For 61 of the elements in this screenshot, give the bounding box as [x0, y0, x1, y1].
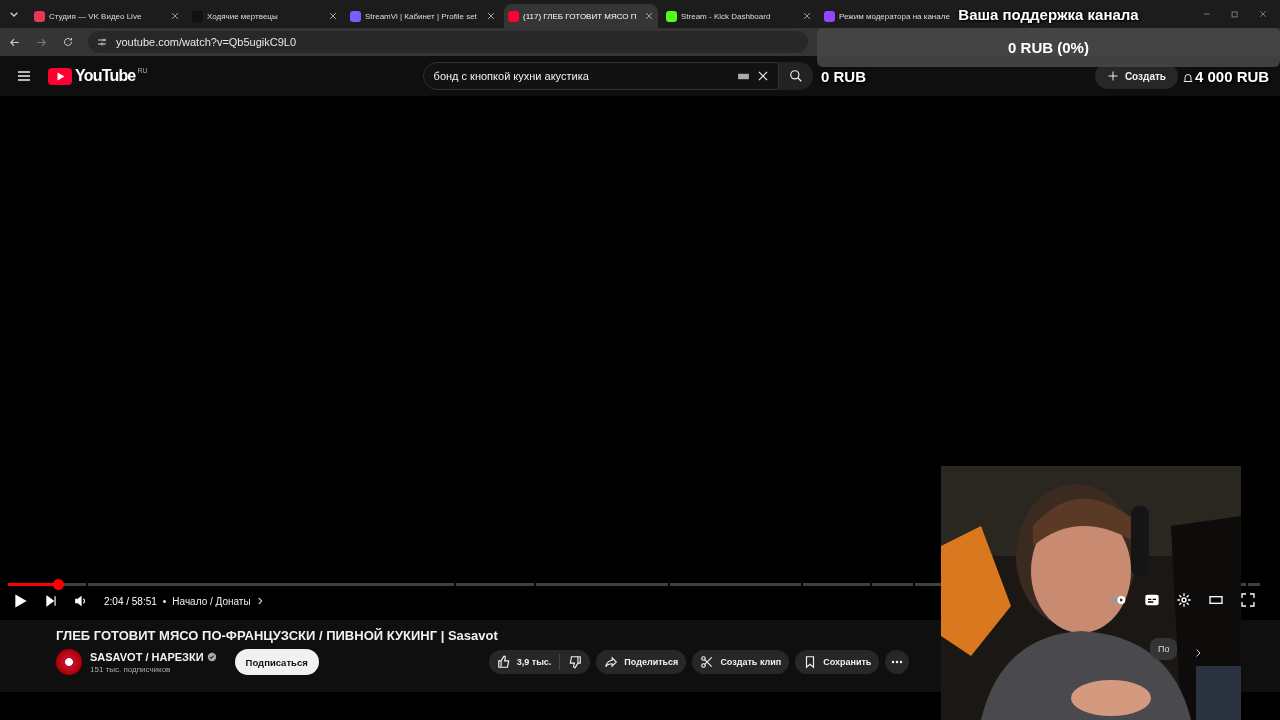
menu-icon[interactable] — [16, 68, 32, 84]
favicon-icon — [350, 10, 361, 22]
video-title: ГЛЕБ ГОТОВИТ МЯСО ПО-ФРАНЦУЗСКИ / ПИВНОЙ КУКИНГ | Sasavot — [56, 628, 499, 643]
volume-icon[interactable] — [74, 594, 88, 608]
donation-amount: 0 RUB (0%) — [1008, 39, 1089, 56]
search-icon — [788, 69, 803, 83]
scissors-icon[interactable] — [700, 655, 715, 669]
action-button[interactable]: Создать клип — [692, 650, 790, 674]
browser-tab[interactable]: Stream - Kick Dashboard — [662, 4, 816, 28]
donation-goal: 4 000 RUB — [1195, 68, 1270, 85]
restore-icon[interactable] — [1230, 9, 1240, 19]
close-icon[interactable] — [644, 11, 654, 21]
browser-tab[interactable]: Режим модератора на канале — [820, 4, 954, 28]
browser-tab[interactable]: Ходячие мертвецы — [188, 4, 342, 28]
browser-tab[interactable]: (117) ГЛЕБ ГОТОВИТ МЯСО П — [504, 4, 658, 28]
tab-title: Студия — VK Видео Live — [49, 11, 143, 21]
address-bar[interactable]: youtube.com/watch?v=Qb5ugikC9L0 — [88, 31, 808, 53]
action-button[interactable]: Сохранить — [795, 650, 880, 674]
plus-icon — [1106, 70, 1119, 82]
close-icon[interactable] — [802, 11, 812, 21]
donation-counter: 0 RUB — [821, 68, 866, 85]
separator-dot: • — [162, 595, 167, 607]
subscriber-count: 151 тыс. подписчиков — [90, 664, 172, 674]
next-icon[interactable] — [44, 594, 58, 608]
favicon-icon — [666, 10, 677, 22]
thumbs-up-icon — [496, 655, 511, 669]
play-icon[interactable] — [12, 593, 28, 609]
thumbs-down-icon — [568, 655, 583, 669]
tab-title: Ходячие мертвецы — [207, 11, 279, 21]
favicon-icon — [34, 10, 45, 22]
filter-chip[interactable]: По — [1150, 638, 1178, 660]
reload-icon[interactable] — [62, 36, 74, 48]
action-button[interactable]: Поделиться — [596, 650, 687, 674]
share-icon[interactable] — [604, 655, 619, 669]
time-display: 2:04 / 58:51 — [104, 595, 157, 607]
search-button[interactable] — [778, 62, 813, 90]
search-box[interactable]: бонд с кнопкой кухни акустика — [422, 62, 779, 90]
subscribe-button[interactable]: Подписаться — [234, 649, 319, 675]
tab-title: StreamVi | Кабинет | Profile set — [365, 11, 478, 21]
channel-name[interactable]: SASAVOT / НАРЕЗКИ — [90, 650, 204, 663]
close-icon[interactable] — [486, 11, 496, 21]
close-icon[interactable] — [328, 11, 338, 21]
tab-title: Режим модератора на канале — [839, 11, 950, 21]
browser-tab[interactable]: Студия — VK Видео Live — [30, 4, 184, 28]
fullscreen-icon[interactable] — [1240, 592, 1256, 608]
tab-title: Stream - Kick Dashboard — [681, 11, 772, 21]
close-icon[interactable] — [170, 11, 180, 21]
progress-handle[interactable] — [53, 579, 65, 590]
chapter-link[interactable]: Начало / Донаты — [172, 595, 265, 607]
donation-title: Ваша поддержка канала — [958, 5, 1139, 23]
search-field[interactable]: бонд с кнопкой кухни акустика — [431, 69, 731, 83]
channel-avatar[interactable] — [56, 649, 82, 675]
settings-icon[interactable] — [1176, 592, 1192, 608]
tab-title: (117) ГЛЕБ ГОТОВИТ МЯСО П — [523, 11, 638, 21]
site-settings-icon[interactable] — [96, 36, 108, 48]
youtube-logo[interactable]: YouTube — [48, 67, 136, 85]
bell-icon[interactable] — [1182, 72, 1194, 84]
favicon-icon — [824, 10, 835, 22]
favicon-icon — [508, 10, 519, 22]
browser-tab[interactable]: StreamVi | Кабинет | Profile set — [346, 4, 500, 28]
close-icon[interactable] — [1258, 9, 1268, 19]
